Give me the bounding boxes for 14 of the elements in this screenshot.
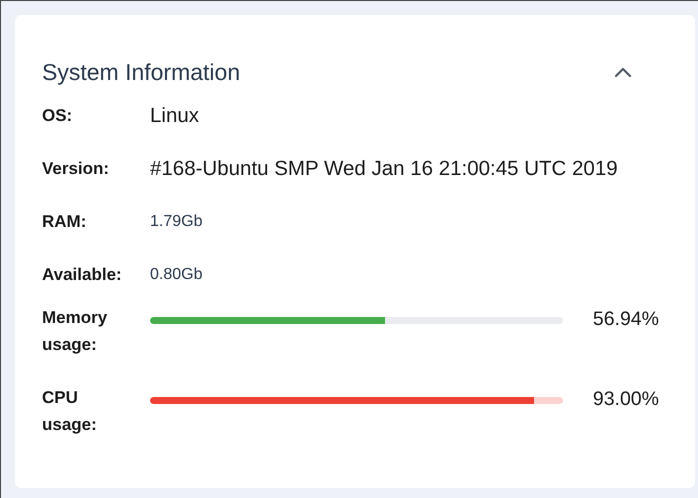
- panel-title: System Information: [42, 58, 240, 86]
- collapse-icon[interactable]: [613, 66, 633, 78]
- field-label: Available:: [42, 264, 123, 284]
- meter-label: Memory usage:: [42, 307, 108, 356]
- field-label: OS:: [42, 106, 74, 126]
- usage-reading: 93.00%: [592, 387, 659, 412]
- field-value: 0.80Gb: [150, 266, 202, 284]
- field-label: Version:: [42, 158, 110, 178]
- field-value: #168-Ubuntu SMP Wed Jan 16 21:00:45 UTC 2019: [150, 156, 618, 180]
- field-value: Linux: [150, 104, 200, 128]
- usage-reading: 56.94%: [592, 307, 659, 332]
- meter-label: CPU usage:: [42, 387, 98, 436]
- field-value: 1.79Gb: [150, 212, 202, 230]
- field-label: RAM:: [42, 212, 88, 232]
